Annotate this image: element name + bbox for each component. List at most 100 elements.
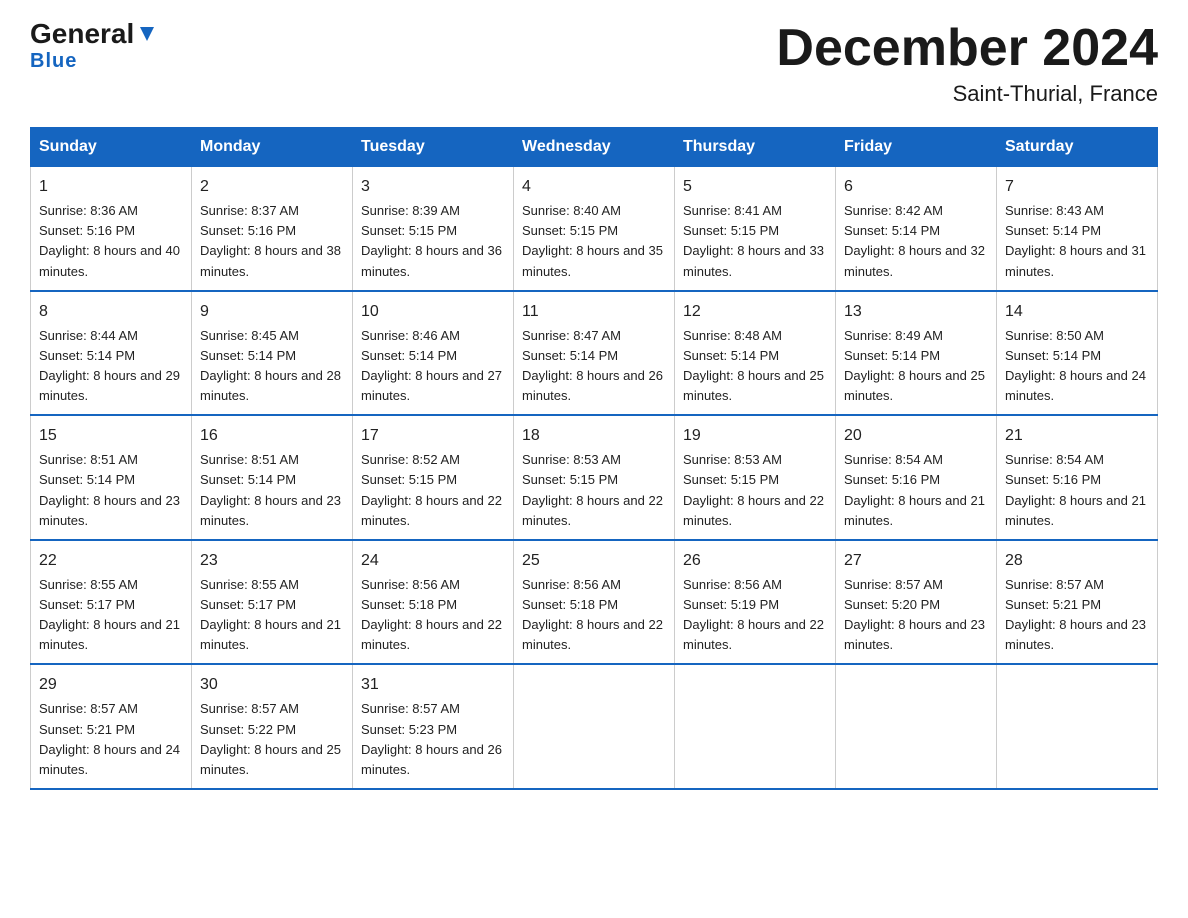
calendar-week-row: 29Sunrise: 8:57 AMSunset: 5:21 PMDayligh… — [31, 664, 1158, 789]
table-row: 3Sunrise: 8:39 AMSunset: 5:15 PMDaylight… — [353, 167, 514, 291]
logo-triangle-icon — [136, 23, 158, 45]
day-info: Sunrise: 8:55 AMSunset: 5:17 PMDaylight:… — [39, 575, 183, 656]
day-number: 4 — [522, 175, 666, 199]
day-info: Sunrise: 8:55 AMSunset: 5:17 PMDaylight:… — [200, 575, 344, 656]
logo-blue: Blue — [30, 50, 77, 73]
day-number: 15 — [39, 424, 183, 448]
table-row: 6Sunrise: 8:42 AMSunset: 5:14 PMDaylight… — [836, 167, 997, 291]
day-info: Sunrise: 8:47 AMSunset: 5:14 PMDaylight:… — [522, 326, 666, 407]
day-info: Sunrise: 8:56 AMSunset: 5:19 PMDaylight:… — [683, 575, 827, 656]
day-info: Sunrise: 8:54 AMSunset: 5:16 PMDaylight:… — [844, 450, 988, 531]
day-number: 9 — [200, 300, 344, 324]
table-row: 15Sunrise: 8:51 AMSunset: 5:14 PMDayligh… — [31, 415, 192, 540]
day-number: 5 — [683, 175, 827, 199]
col-saturday: Saturday — [997, 128, 1158, 167]
table-row: 31Sunrise: 8:57 AMSunset: 5:23 PMDayligh… — [353, 664, 514, 789]
day-info: Sunrise: 8:39 AMSunset: 5:15 PMDaylight:… — [361, 201, 505, 282]
table-row: 2Sunrise: 8:37 AMSunset: 5:16 PMDaylight… — [192, 167, 353, 291]
day-info: Sunrise: 8:48 AMSunset: 5:14 PMDaylight:… — [683, 326, 827, 407]
day-info: Sunrise: 8:57 AMSunset: 5:22 PMDaylight:… — [200, 699, 344, 780]
calendar-week-row: 22Sunrise: 8:55 AMSunset: 5:17 PMDayligh… — [31, 540, 1158, 665]
table-row: 28Sunrise: 8:57 AMSunset: 5:21 PMDayligh… — [997, 540, 1158, 665]
day-number: 25 — [522, 549, 666, 573]
day-number: 24 — [361, 549, 505, 573]
table-row: 7Sunrise: 8:43 AMSunset: 5:14 PMDaylight… — [997, 167, 1158, 291]
table-row: 23Sunrise: 8:55 AMSunset: 5:17 PMDayligh… — [192, 540, 353, 665]
table-row: 29Sunrise: 8:57 AMSunset: 5:21 PMDayligh… — [31, 664, 192, 789]
table-row: 24Sunrise: 8:56 AMSunset: 5:18 PMDayligh… — [353, 540, 514, 665]
col-wednesday: Wednesday — [514, 128, 675, 167]
day-info: Sunrise: 8:37 AMSunset: 5:16 PMDaylight:… — [200, 201, 344, 282]
title-block: December 2024 Saint-Thurial, France — [776, 20, 1158, 107]
day-info: Sunrise: 8:42 AMSunset: 5:14 PMDaylight:… — [844, 201, 988, 282]
table-row: 20Sunrise: 8:54 AMSunset: 5:16 PMDayligh… — [836, 415, 997, 540]
table-row: 1Sunrise: 8:36 AMSunset: 5:16 PMDaylight… — [31, 167, 192, 291]
table-row: 26Sunrise: 8:56 AMSunset: 5:19 PMDayligh… — [675, 540, 836, 665]
table-row — [997, 664, 1158, 789]
calendar-header-row: Sunday Monday Tuesday Wednesday Thursday… — [31, 128, 1158, 167]
table-row: 21Sunrise: 8:54 AMSunset: 5:16 PMDayligh… — [997, 415, 1158, 540]
day-number: 1 — [39, 175, 183, 199]
day-number: 29 — [39, 673, 183, 697]
table-row — [514, 664, 675, 789]
day-info: Sunrise: 8:43 AMSunset: 5:14 PMDaylight:… — [1005, 201, 1149, 282]
table-row: 25Sunrise: 8:56 AMSunset: 5:18 PMDayligh… — [514, 540, 675, 665]
table-row: 5Sunrise: 8:41 AMSunset: 5:15 PMDaylight… — [675, 167, 836, 291]
day-number: 2 — [200, 175, 344, 199]
day-number: 20 — [844, 424, 988, 448]
day-info: Sunrise: 8:50 AMSunset: 5:14 PMDaylight:… — [1005, 326, 1149, 407]
day-number: 10 — [361, 300, 505, 324]
table-row: 17Sunrise: 8:52 AMSunset: 5:15 PMDayligh… — [353, 415, 514, 540]
day-number: 11 — [522, 300, 666, 324]
day-info: Sunrise: 8:40 AMSunset: 5:15 PMDaylight:… — [522, 201, 666, 282]
logo-general: General — [30, 20, 134, 48]
table-row: 16Sunrise: 8:51 AMSunset: 5:14 PMDayligh… — [192, 415, 353, 540]
table-row: 4Sunrise: 8:40 AMSunset: 5:15 PMDaylight… — [514, 167, 675, 291]
day-info: Sunrise: 8:54 AMSunset: 5:16 PMDaylight:… — [1005, 450, 1149, 531]
day-number: 30 — [200, 673, 344, 697]
col-tuesday: Tuesday — [353, 128, 514, 167]
day-number: 7 — [1005, 175, 1149, 199]
day-number: 13 — [844, 300, 988, 324]
day-number: 21 — [1005, 424, 1149, 448]
calendar-week-row: 8Sunrise: 8:44 AMSunset: 5:14 PMDaylight… — [31, 291, 1158, 416]
day-info: Sunrise: 8:46 AMSunset: 5:14 PMDaylight:… — [361, 326, 505, 407]
day-number: 31 — [361, 673, 505, 697]
day-number: 6 — [844, 175, 988, 199]
day-number: 17 — [361, 424, 505, 448]
table-row: 13Sunrise: 8:49 AMSunset: 5:14 PMDayligh… — [836, 291, 997, 416]
day-number: 8 — [39, 300, 183, 324]
table-row: 12Sunrise: 8:48 AMSunset: 5:14 PMDayligh… — [675, 291, 836, 416]
day-info: Sunrise: 8:57 AMSunset: 5:20 PMDaylight:… — [844, 575, 988, 656]
day-number: 16 — [200, 424, 344, 448]
day-info: Sunrise: 8:45 AMSunset: 5:14 PMDaylight:… — [200, 326, 344, 407]
page-header: General Blue December 2024 Saint-Thurial… — [30, 20, 1158, 107]
day-info: Sunrise: 8:56 AMSunset: 5:18 PMDaylight:… — [361, 575, 505, 656]
page-subtitle: Saint-Thurial, France — [776, 81, 1158, 107]
day-info: Sunrise: 8:51 AMSunset: 5:14 PMDaylight:… — [200, 450, 344, 531]
day-number: 18 — [522, 424, 666, 448]
table-row: 10Sunrise: 8:46 AMSunset: 5:14 PMDayligh… — [353, 291, 514, 416]
col-thursday: Thursday — [675, 128, 836, 167]
logo: General Blue — [30, 20, 158, 73]
day-number: 27 — [844, 549, 988, 573]
calendar-table: Sunday Monday Tuesday Wednesday Thursday… — [30, 127, 1158, 790]
day-info: Sunrise: 8:49 AMSunset: 5:14 PMDaylight:… — [844, 326, 988, 407]
calendar-week-row: 1Sunrise: 8:36 AMSunset: 5:16 PMDaylight… — [31, 167, 1158, 291]
table-row: 8Sunrise: 8:44 AMSunset: 5:14 PMDaylight… — [31, 291, 192, 416]
day-info: Sunrise: 8:57 AMSunset: 5:21 PMDaylight:… — [39, 699, 183, 780]
page-title: December 2024 — [776, 20, 1158, 77]
day-info: Sunrise: 8:53 AMSunset: 5:15 PMDaylight:… — [683, 450, 827, 531]
table-row: 30Sunrise: 8:57 AMSunset: 5:22 PMDayligh… — [192, 664, 353, 789]
table-row: 27Sunrise: 8:57 AMSunset: 5:20 PMDayligh… — [836, 540, 997, 665]
day-info: Sunrise: 8:44 AMSunset: 5:14 PMDaylight:… — [39, 326, 183, 407]
day-number: 3 — [361, 175, 505, 199]
day-info: Sunrise: 8:51 AMSunset: 5:14 PMDaylight:… — [39, 450, 183, 531]
day-info: Sunrise: 8:57 AMSunset: 5:23 PMDaylight:… — [361, 699, 505, 780]
col-monday: Monday — [192, 128, 353, 167]
table-row: 18Sunrise: 8:53 AMSunset: 5:15 PMDayligh… — [514, 415, 675, 540]
day-info: Sunrise: 8:57 AMSunset: 5:21 PMDaylight:… — [1005, 575, 1149, 656]
col-sunday: Sunday — [31, 128, 192, 167]
table-row — [836, 664, 997, 789]
day-number: 22 — [39, 549, 183, 573]
